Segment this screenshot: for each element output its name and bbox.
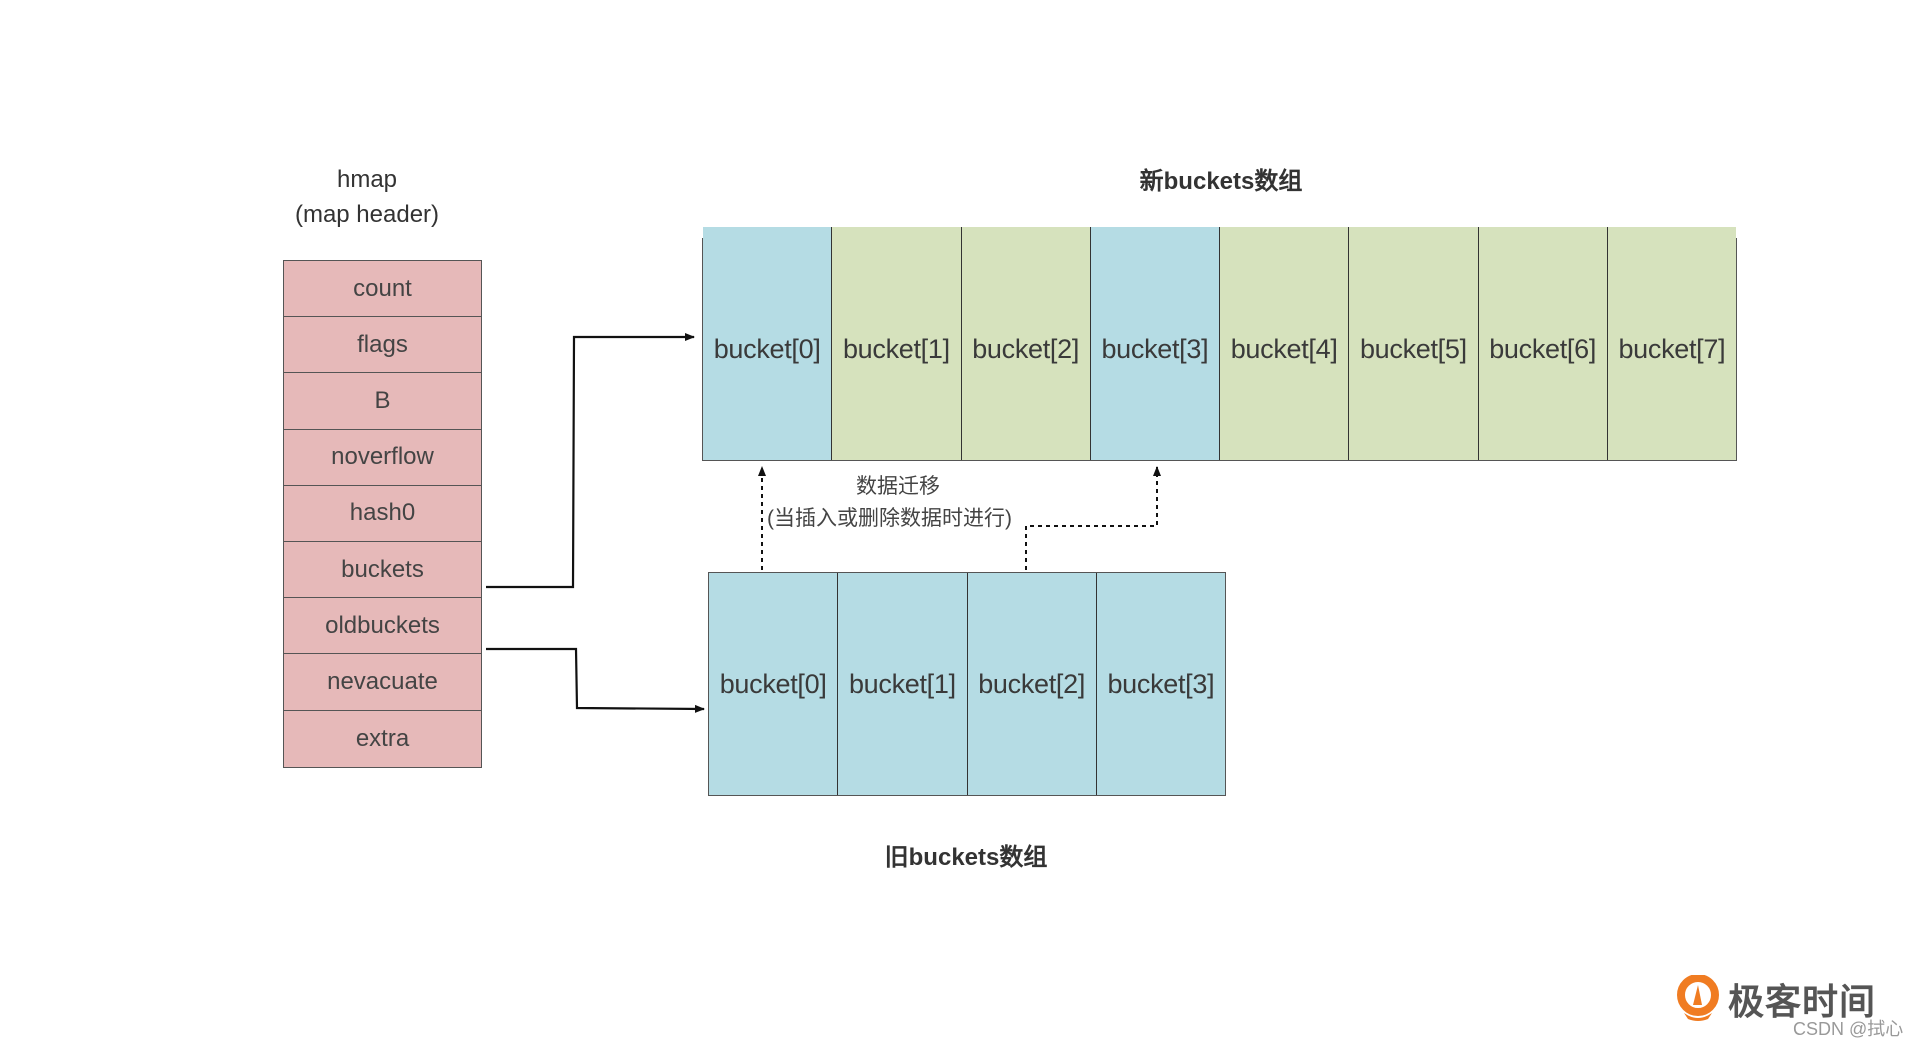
buckets-pointer-arrow bbox=[486, 333, 695, 589]
geektime-logo-icon bbox=[1677, 975, 1719, 1021]
migration-arrow-bucket3 bbox=[1025, 466, 1161, 570]
oldbuckets-pointer-arrow bbox=[486, 647, 705, 713]
csdn-watermark: CSDN @拭心 bbox=[1793, 1019, 1904, 1039]
arrows-layer bbox=[486, 333, 1161, 713]
